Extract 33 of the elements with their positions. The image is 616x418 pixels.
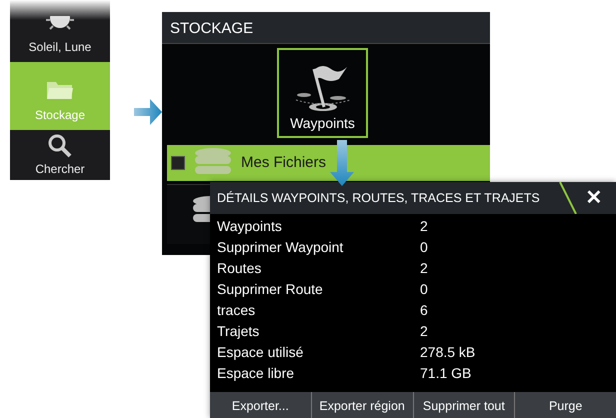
close-button[interactable]: ✕ bbox=[580, 184, 608, 212]
dialog-title: DÉTAILS WAYPOINTS, ROUTES, TRACES ET TRAJETS bbox=[217, 190, 540, 207]
menu-item[interactable]: Soleil, Lune bbox=[10, 0, 110, 62]
action-button[interactable]: Supprimer tout bbox=[414, 392, 516, 418]
row-label: Espace libre bbox=[217, 364, 296, 383]
waypoints-tile[interactable]: Waypoints bbox=[277, 48, 368, 138]
row-value: 6 bbox=[420, 301, 428, 320]
row-label: Waypoints bbox=[217, 217, 283, 236]
row-value: 278.5 kB bbox=[420, 343, 476, 362]
row-label: Supprimer Waypoint bbox=[217, 238, 344, 257]
row-value: 2 bbox=[420, 217, 428, 236]
menu-item[interactable]: Chercher bbox=[10, 130, 110, 180]
row-label: traces bbox=[217, 301, 256, 320]
row-value: 2 bbox=[420, 259, 428, 278]
list-item[interactable]: Mes Fichiers bbox=[167, 145, 490, 181]
action-button[interactable]: Purge bbox=[515, 392, 616, 418]
folder-icon bbox=[46, 80, 74, 100]
row-value: 2 bbox=[420, 322, 428, 341]
row-value: 0 bbox=[420, 238, 428, 257]
action-button[interactable]: Exporter région bbox=[312, 392, 414, 418]
divider-icon bbox=[558, 182, 578, 214]
row-label: Espace utilisé bbox=[217, 343, 304, 362]
row-label: Routes bbox=[217, 259, 262, 278]
right-arrow-icon bbox=[134, 99, 162, 125]
action-button[interactable]: Exporter... bbox=[210, 392, 312, 418]
row-label: Supprimer Route bbox=[217, 280, 324, 299]
row-value: 71.1 GB bbox=[420, 364, 472, 383]
search-icon bbox=[48, 134, 72, 158]
list-item-label: Mes Fichiers bbox=[241, 152, 326, 173]
row-label: Trajets bbox=[217, 322, 260, 341]
row-value: 0 bbox=[420, 280, 428, 299]
down-arrow-icon bbox=[330, 140, 354, 186]
window-title: STOCKAGE bbox=[162, 12, 490, 44]
